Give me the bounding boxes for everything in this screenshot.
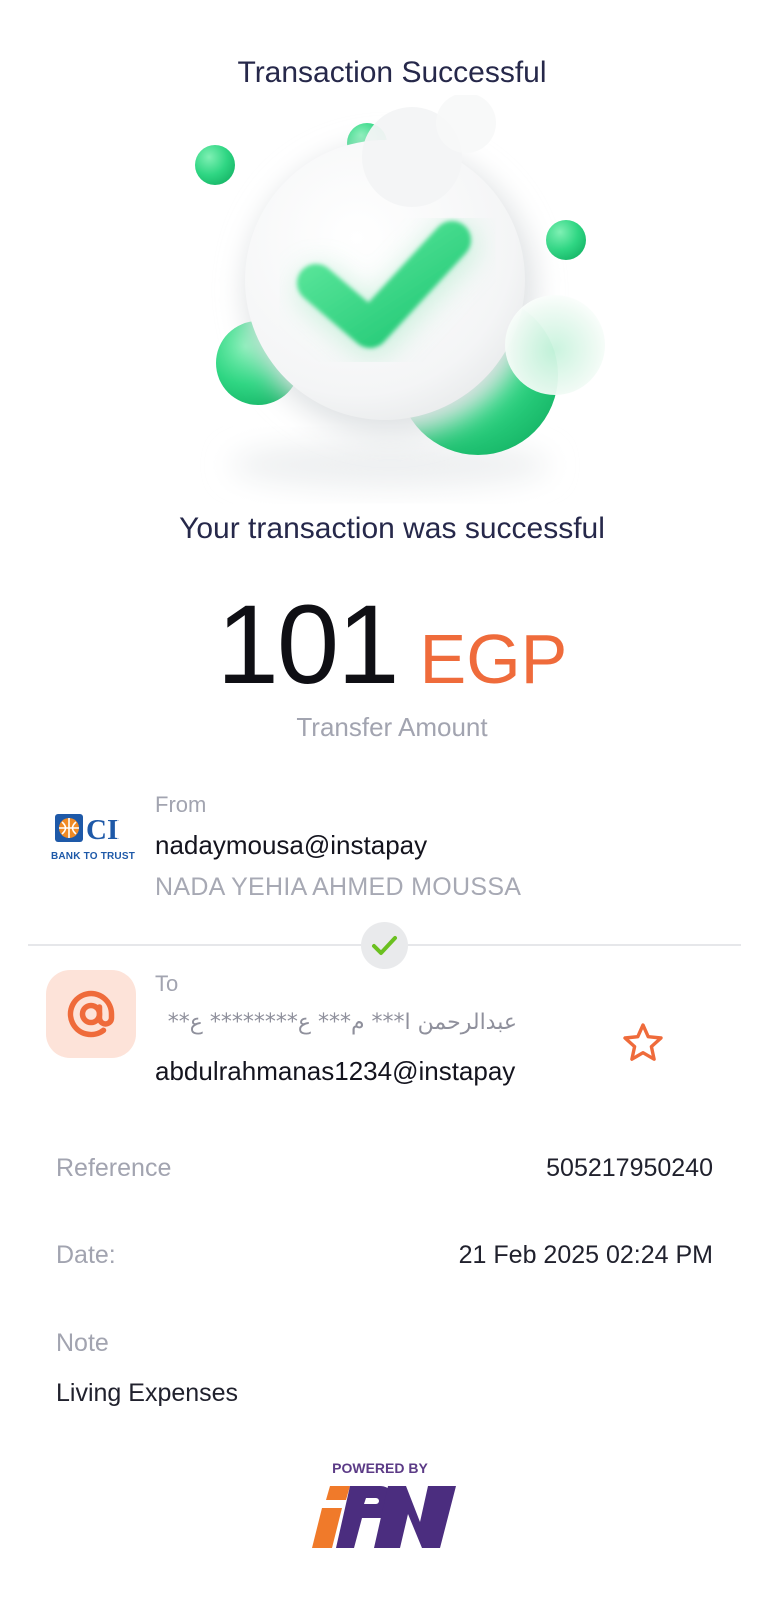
date-value: 21 Feb 2025 02:24 PM [458,1241,713,1269]
page-title: Transaction Successful [237,56,547,89]
to-handle: abdulrahmanas1234@instapay [155,1056,516,1086]
cib-logo-icon: CIB [53,812,119,844]
recipient-avatar [46,970,136,1058]
amount-caption: Transfer Amount [296,712,488,742]
powered-by-label: POWERED BY [332,1460,428,1476]
reference-label: Reference [56,1154,172,1182]
verified-check-badge [361,922,408,969]
amount-currency: EGP [419,620,568,698]
reference-value: 505217950240 [546,1154,713,1182]
svg-text:CIB: CIB [86,814,119,844]
to-label: To [155,971,179,996]
bank-logo: CIB BANK TO TRUST [50,812,136,862]
favorite-star-icon[interactable] [620,1020,666,1066]
from-handle: nadaymousa@instapay [155,830,428,860]
ipn-logo [312,1486,456,1548]
success-message: Your transaction was successful [179,512,605,545]
note-label: Note [56,1329,109,1357]
to-recipient-name: عبدالرحمن ا*** م*** ع******** ع** [167,1010,517,1035]
checkmark-icon [372,936,397,955]
from-account-name: NADA YEHIA AHMED MOUSSA [155,873,522,901]
at-sign-icon [67,990,115,1038]
amount-value: 101 [216,582,400,707]
success-check-illustration [195,95,605,489]
bank-tagline: BANK TO TRUST [50,851,136,862]
amount-display: 101 EGP [0,580,784,709]
date-label: Date: [56,1241,116,1269]
note-value: Living Expenses [56,1379,239,1407]
from-label: From [155,792,207,817]
